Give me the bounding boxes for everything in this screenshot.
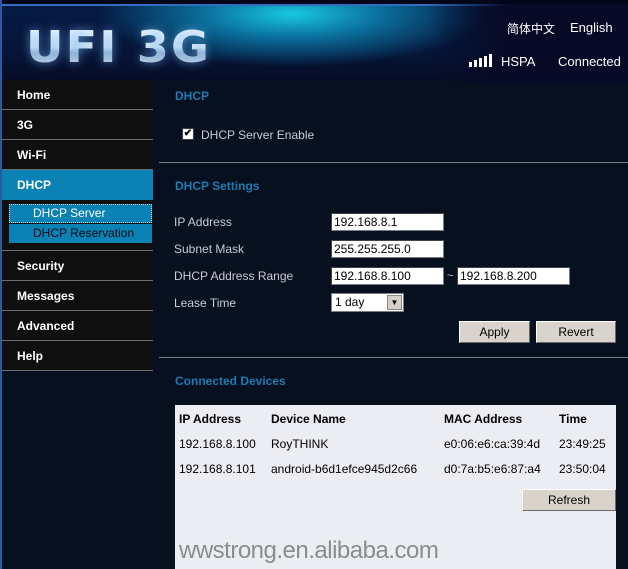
sidebar-item-security[interactable]: Security: [2, 251, 153, 281]
table-cell-time: 23:49:25: [559, 437, 606, 451]
ufi-3g-logo: UFI 3G: [26, 22, 212, 73]
apply-button[interactable]: Apply: [459, 321, 530, 343]
sidebar-item-3g[interactable]: 3G: [2, 110, 153, 140]
table-cell-device-name: RoyTHINK: [271, 437, 329, 451]
language-english-link[interactable]: English: [570, 20, 613, 35]
connection-status: Connected: [558, 54, 621, 69]
watermark-text: wwstrong.en.alibaba.com: [179, 537, 439, 564]
sidebar-nav: Home 3G Wi-Fi DHCP DHCP Server DHCP Rese…: [2, 80, 153, 371]
dhcp-settings-title: DHCP Settings: [175, 179, 260, 193]
table-cell-mac: d0:7a:b5:e6:87:a4: [444, 462, 541, 476]
ip-address-label: IP Address: [174, 215, 232, 229]
sidebar-item-advanced[interactable]: Advanced: [2, 311, 153, 341]
sidebar-item-help[interactable]: Help: [2, 341, 153, 371]
revert-button[interactable]: Revert: [536, 321, 616, 343]
dhcp-section-title: DHCP: [175, 89, 210, 103]
table-cell-mac: e0:06:e6:ca:39:4d: [444, 437, 541, 451]
ip-address-input[interactable]: 192.168.8.1: [331, 213, 444, 231]
range-start-input[interactable]: 192.168.8.100: [331, 267, 444, 285]
dhcp-server-enable-checkbox[interactable]: ✔: [182, 128, 194, 140]
column-header-time: Time: [559, 412, 587, 426]
table-cell-time: 23:50:04: [559, 462, 606, 476]
range-end-input[interactable]: 192.168.8.200: [457, 267, 570, 285]
lease-time-label: Lease Time: [174, 296, 237, 310]
column-header-device-name: Device Name: [271, 412, 346, 426]
range-separator: ~: [447, 270, 454, 282]
header: UFI 3G 简体中文 English HSPA Connected: [2, 0, 628, 84]
subnet-mask-input[interactable]: 255.255.255.0: [331, 240, 444, 258]
network-type: HSPA: [501, 54, 536, 69]
sidebar-item-dhcp[interactable]: DHCP: [2, 170, 153, 200]
submenu-item-dhcp-reservation[interactable]: DHCP Reservation: [9, 224, 152, 243]
section-divider: [159, 357, 628, 358]
sidebar-item-wifi[interactable]: Wi-Fi: [2, 140, 153, 170]
subnet-mask-label: Subnet Mask: [174, 242, 245, 256]
table-cell-ip: 192.168.8.101: [179, 462, 256, 476]
refresh-button[interactable]: Refresh: [522, 489, 616, 511]
dhcp-server-enable-label: DHCP Server Enable: [201, 128, 315, 142]
submenu-item-dhcp-server[interactable]: DHCP Server: [9, 204, 152, 223]
column-header-mac: MAC Address: [444, 412, 523, 426]
language-chinese-link[interactable]: 简体中文: [507, 20, 555, 37]
lease-time-value: 1 day: [335, 295, 365, 309]
sidebar-item-home[interactable]: Home: [2, 80, 153, 110]
column-header-ip: IP Address: [179, 412, 242, 426]
lease-time-select[interactable]: 1 day ▼: [331, 293, 404, 312]
connected-devices-title: Connected Devices: [175, 374, 286, 388]
chevron-down-icon[interactable]: ▼: [387, 295, 402, 310]
section-divider: [159, 162, 628, 163]
dhcp-address-range-label: DHCP Address Range: [174, 269, 294, 283]
table-cell-ip: 192.168.8.100: [179, 437, 256, 451]
signal-strength-icon: [469, 54, 492, 67]
dhcp-submenu: DHCP Server DHCP Reservation: [2, 200, 153, 251]
connected-devices-table: IP Address Device Name MAC Address Time …: [175, 405, 616, 569]
router-admin-page: UFI 3G 简体中文 English HSPA Connected Home …: [0, 0, 628, 569]
sidebar-item-messages[interactable]: Messages: [2, 281, 153, 311]
table-cell-device-name: android-b6d1efce945d2c66: [271, 462, 418, 476]
